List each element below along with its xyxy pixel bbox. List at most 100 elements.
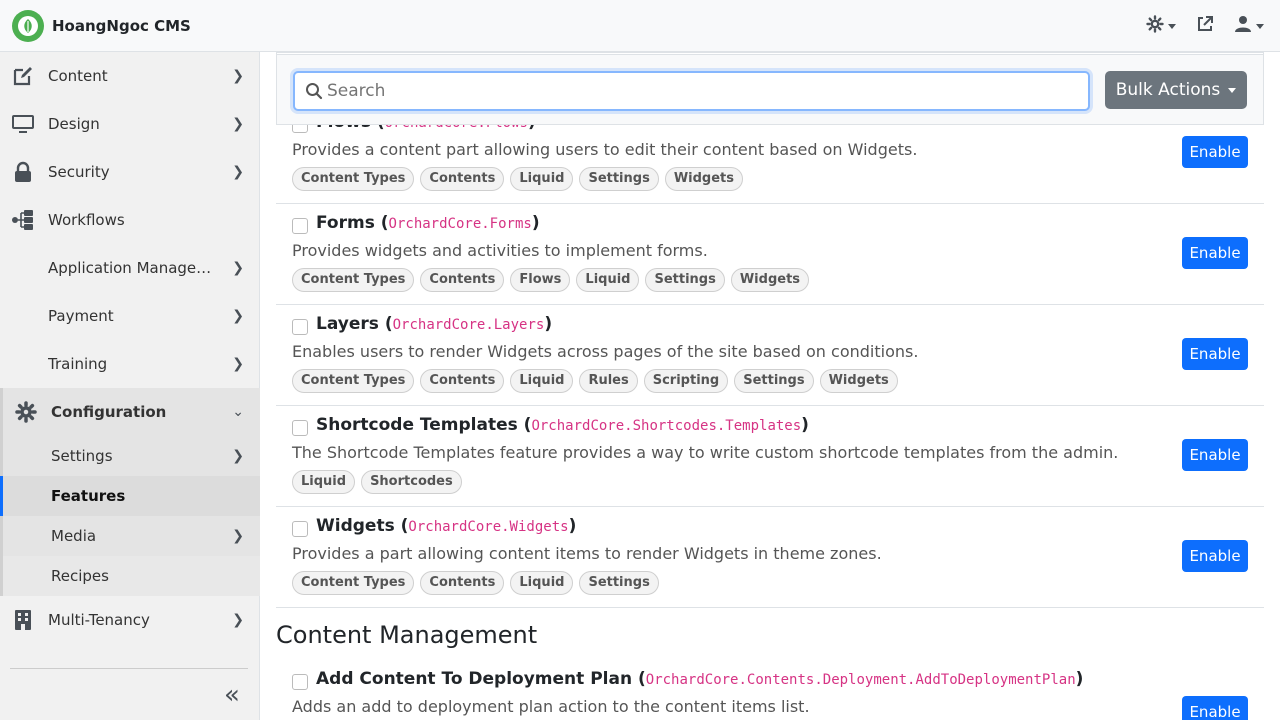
tag-badge: Scripting [643, 369, 729, 393]
sidebar-item-label: Content [48, 67, 108, 85]
bulk-actions-label: Bulk Actions [1115, 80, 1221, 100]
tag-badge: Content Types [292, 369, 415, 393]
feature-checkbox[interactable] [292, 218, 308, 234]
sidebar-item-label: Features [51, 487, 126, 505]
feature-tags: Content Types Contents Liquid Settings [292, 571, 659, 595]
lock-icon [10, 159, 36, 185]
tag-badge: Settings [734, 369, 814, 393]
feature-id: OrchardCore.Shortcodes.Templates [531, 418, 802, 434]
search-input[interactable] [327, 75, 1077, 107]
feature-id: OrchardCore.Widgets [408, 519, 569, 535]
tag-badge: Liquid [510, 369, 574, 393]
sidebar-item-security[interactable]: Security ❯ [0, 148, 260, 196]
sidebar-item-design[interactable]: Design ❯ [0, 100, 260, 148]
feature-name: Forms [316, 213, 375, 233]
user-menu[interactable] [1234, 15, 1264, 37]
sidebar-item-label: Application Management [48, 259, 218, 277]
visit-site-link[interactable] [1196, 15, 1214, 37]
feature-description: Enables users to render Widgets across p… [292, 342, 919, 361]
feature-id: OrchardCore.Contents.Deployment.AddToDep… [645, 672, 1076, 688]
feature-description: Provides widgets and activities to imple… [292, 241, 708, 260]
sidebar-item-label: Design [48, 115, 100, 133]
theme-toggle[interactable] [1146, 15, 1176, 37]
sidebar-item-label: Settings [51, 447, 113, 465]
brand-logo [12, 9, 44, 42]
search-toolbar: Bulk Actions [276, 54, 1264, 125]
feature-id: OrchardCore.Forms [388, 216, 532, 232]
feature-name: Add Content To Deployment Plan [316, 669, 633, 689]
chevron-down-icon [1256, 23, 1264, 29]
feature-name: Layers [316, 314, 379, 334]
sidebar-item-workflows[interactable]: Workflows [0, 196, 260, 244]
tag-badge: Content Types [292, 167, 415, 191]
tag-badge: Contents [420, 268, 505, 292]
sidebar-item-content[interactable]: Content ❯ [0, 52, 260, 100]
chevron-right-icon: ❯ [232, 164, 244, 180]
chevron-right-icon: ❯ [232, 68, 244, 84]
chevron-right-icon: ❯ [232, 308, 244, 324]
chevron-right-icon: ❯ [232, 260, 244, 276]
search-icon [305, 82, 323, 104]
workflow-icon [10, 207, 36, 233]
feature-row-add-content-to-deployment-plan: Add Content To Deployment Plan (OrchardC… [276, 660, 1264, 720]
feature-name: Shortcode Templates [316, 415, 518, 435]
sidebar-item-label: Multi-Tenancy [48, 611, 150, 629]
feature-row-layers: Layers (OrchardCore.Layers) Enables user… [276, 305, 1264, 406]
section-heading: Content Management [276, 621, 538, 649]
sidebar-subitem-recipes[interactable]: Recipes [0, 556, 260, 596]
feature-checkbox[interactable] [292, 521, 308, 537]
enable-button[interactable]: Enable [1182, 439, 1248, 471]
tag-badge: Liquid [510, 167, 574, 191]
sidebar-item-label: Security [48, 163, 110, 181]
sidebar-item-label: Payment [48, 307, 114, 325]
tag-badge: Contents [420, 167, 505, 191]
monitor-icon [10, 111, 36, 137]
feature-row-forms: Forms (OrchardCore.Forms) Provides widge… [276, 204, 1264, 305]
feature-description: Provides a part allowing content items t… [292, 544, 882, 563]
feature-description: The Shortcode Templates feature provides… [292, 443, 1119, 462]
feature-checkbox[interactable] [292, 674, 308, 690]
sidebar-item-multi-tenancy[interactable]: Multi-Tenancy ❯ [0, 596, 260, 644]
sidebar-subitem-media[interactable]: Media ❯ [0, 516, 260, 556]
enable-button[interactable]: Enable [1182, 540, 1248, 572]
gear-icon [13, 399, 39, 425]
bulk-actions-button[interactable]: Bulk Actions [1105, 71, 1247, 109]
sidebar: Content ❯ Design ❯ Security ❯ Workflows … [0, 52, 260, 720]
feature-checkbox[interactable] [292, 319, 308, 335]
sidebar-item-training[interactable]: Training ❯ [0, 340, 260, 388]
tag-badge: Settings [645, 268, 725, 292]
feature-tags: Content Types Contents Liquid Settings W… [292, 167, 744, 191]
feature-title: Layers (OrchardCore.Layers) [316, 314, 553, 334]
tag-badge: Liquid [510, 571, 574, 595]
collapse-sidebar-button[interactable]: « [224, 680, 240, 710]
feature-id: OrchardCore.Layers [392, 317, 545, 333]
feature-title: Widgets (OrchardCore.Widgets) [316, 516, 577, 536]
main-content: Flows (OrchardCore.Flows) Provides a con… [260, 52, 1280, 720]
tag-badge: Contents [420, 571, 505, 595]
external-link-icon [1196, 15, 1214, 37]
chevron-down-icon [1228, 87, 1237, 93]
search-field[interactable] [293, 71, 1090, 111]
feature-tags: Content Types Contents Liquid Rules Scri… [292, 369, 898, 393]
enable-button[interactable]: Enable [1182, 237, 1248, 269]
sidebar-subitem-features[interactable]: Features [0, 476, 260, 516]
sidebar-item-application-management[interactable]: Application Management ❯ [0, 244, 260, 292]
chevron-right-icon: ❯ [232, 612, 244, 628]
tag-badge: Liquid [292, 470, 356, 494]
sidebar-item-configuration[interactable]: Configuration ⌄ [0, 388, 260, 436]
feature-checkbox[interactable] [292, 420, 308, 436]
sidebar-item-payment[interactable]: Payment ❯ [0, 292, 260, 340]
enable-button[interactable]: Enable [1182, 338, 1248, 370]
brand[interactable]: HoangNgoc CMS [0, 9, 191, 42]
brand-name: HoangNgoc CMS [52, 16, 191, 35]
tag-badge: Widgets [819, 369, 898, 393]
user-icon [1234, 15, 1252, 37]
chevron-right-icon: ❯ [232, 528, 244, 544]
enable-button[interactable]: Enable [1182, 136, 1248, 168]
gear-icon [1146, 15, 1164, 37]
enable-button[interactable]: Enable [1182, 696, 1248, 720]
sidebar-subitem-settings[interactable]: Settings ❯ [0, 436, 260, 476]
building-icon [10, 607, 36, 633]
tag-badge: Content Types [292, 268, 415, 292]
feature-tags: Liquid Shortcodes [292, 470, 462, 494]
